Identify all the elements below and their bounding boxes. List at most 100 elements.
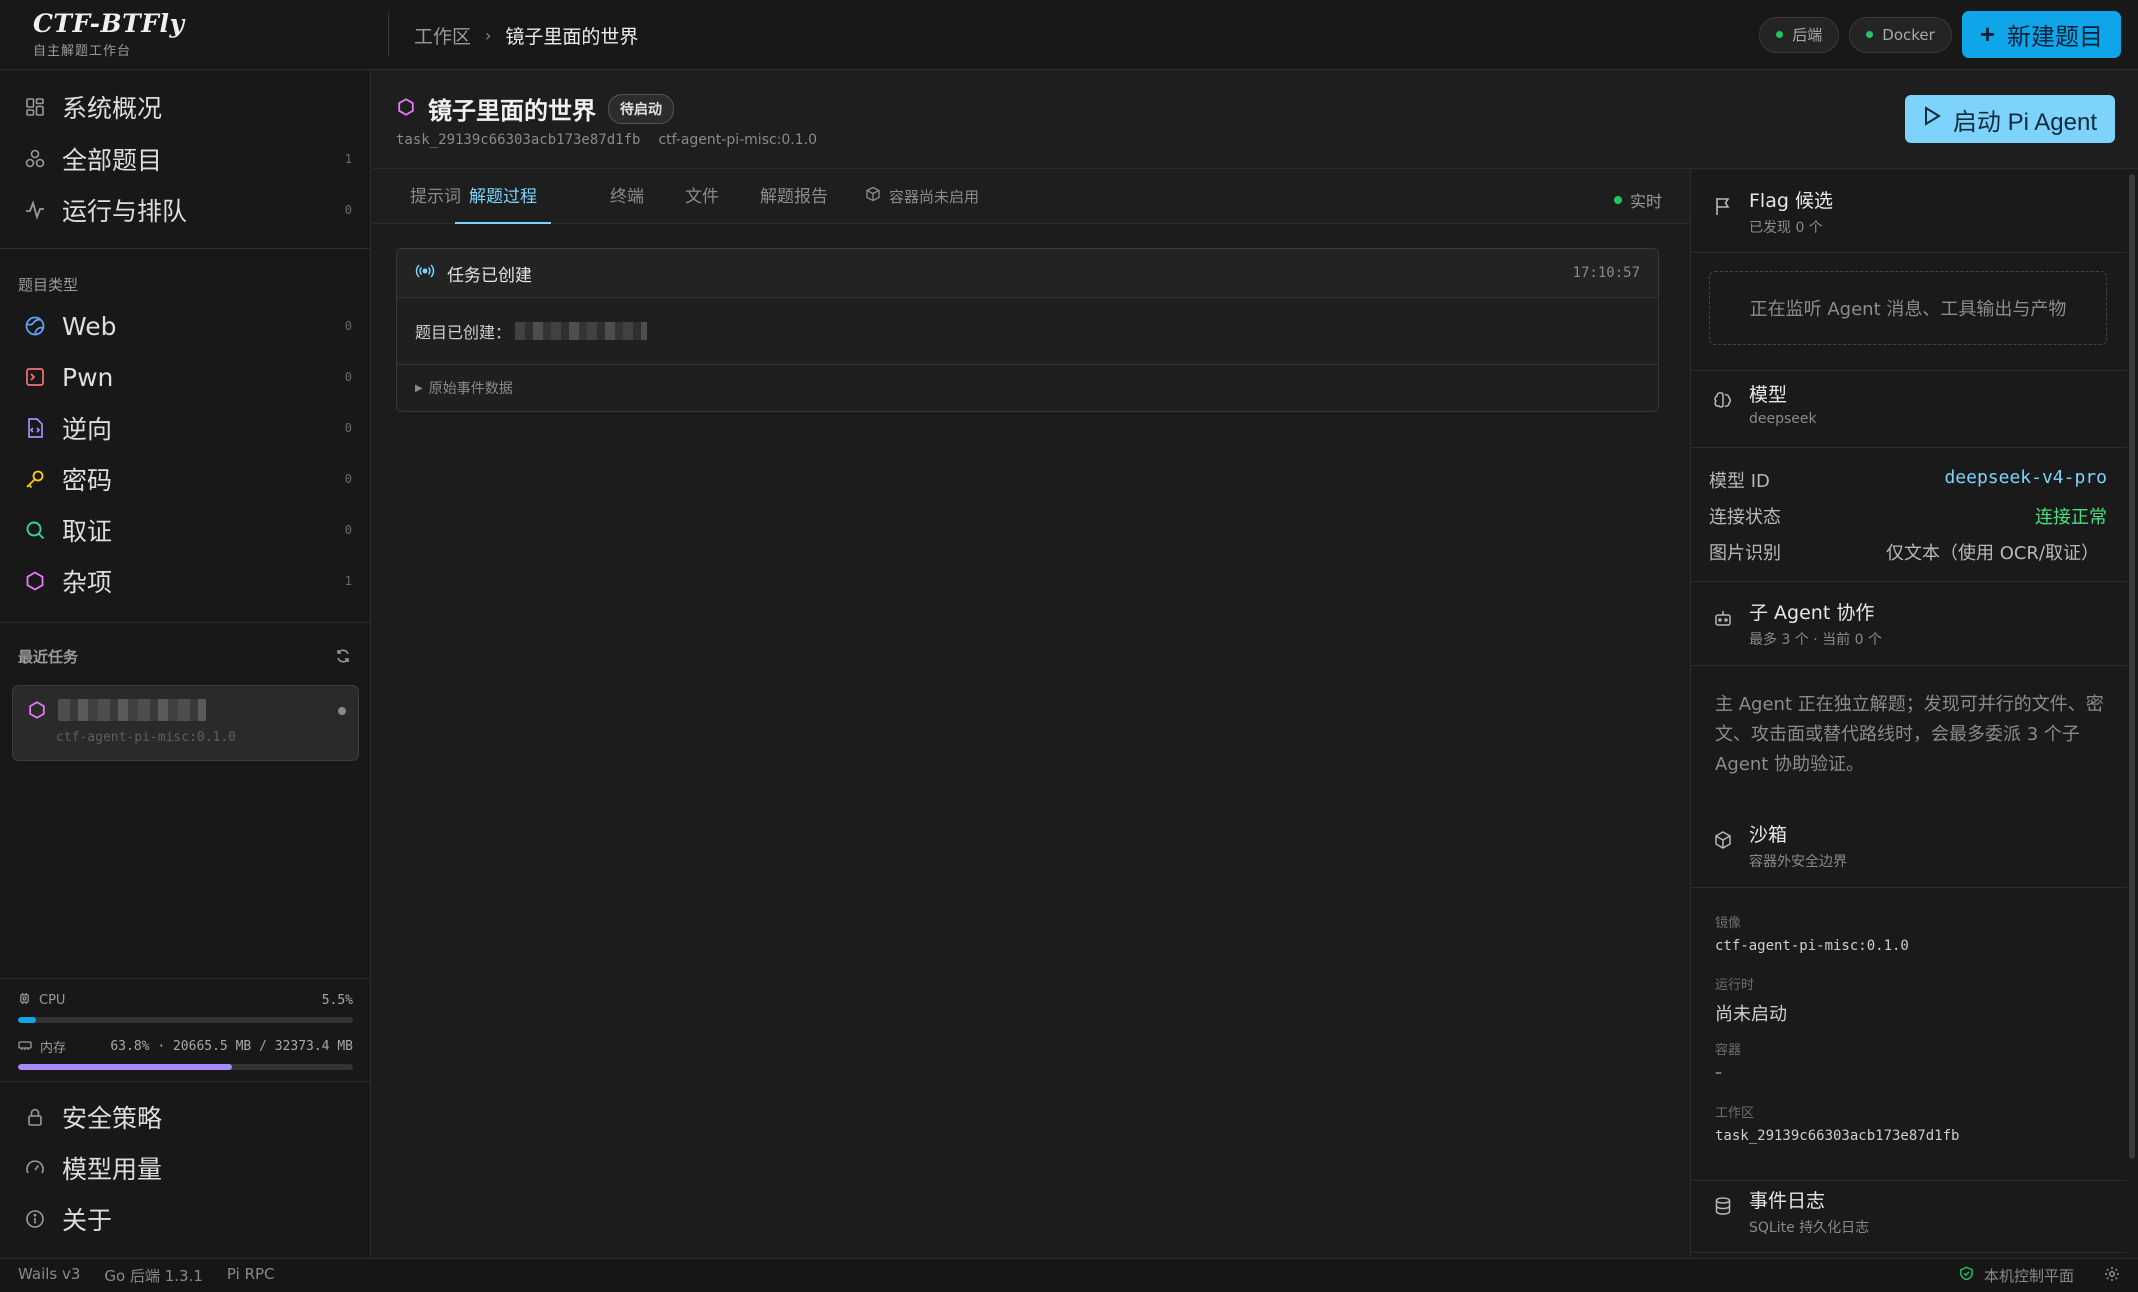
sidebar-item-label: 取证 bbox=[62, 517, 113, 546]
sidebar-item-forensics[interactable]: 取证 0 bbox=[14, 508, 360, 552]
shield-check-icon bbox=[1959, 1266, 1974, 1285]
sub-agent-header: 子 Agent 协作 最多 3 个 · 当前 0 个 bbox=[1713, 598, 1882, 649]
sidebar-item-runs[interactable]: 运行与排队 0 bbox=[14, 188, 360, 232]
sidebar-item-all-tasks[interactable]: 全部题目 1 bbox=[14, 137, 360, 181]
sidebar-item-reverse[interactable]: 逆向 0 bbox=[14, 406, 360, 450]
gauge-icon bbox=[22, 1155, 48, 1181]
memory-label: 内存 bbox=[40, 1041, 67, 1056]
workspace-value: task_29139c66303acb173e87d1fb bbox=[1715, 1128, 1960, 1144]
panel-divider bbox=[1691, 447, 2127, 448]
cube-icon bbox=[1713, 830, 1735, 852]
recent-task-card[interactable]: ctf-agent-pi-misc:0.1.0 bbox=[12, 685, 359, 761]
flag-candidates-header: Flag 候选 已发现 0 个 bbox=[1713, 186, 1833, 237]
breadcrumb-workspace[interactable]: 工作区 bbox=[414, 22, 471, 49]
task-title: 镜子里面的世界 bbox=[428, 97, 596, 125]
sidebar-item-pwn[interactable]: Pwn 0 bbox=[14, 355, 360, 399]
redacted-task-name bbox=[515, 322, 648, 340]
hexagon-icon bbox=[27, 700, 47, 724]
live-label: 实时 bbox=[1629, 192, 1662, 211]
settings-gear-icon[interactable] bbox=[2104, 1266, 2120, 1286]
event-card: 任务已创建 17:10:57 题目已创建： ▶ 原始事件数据 bbox=[396, 248, 1659, 412]
sidebar-item-label: 全部题目 bbox=[62, 146, 163, 175]
cpu-label: CPU bbox=[39, 993, 66, 1008]
backend-status[interactable]: 后端 bbox=[1759, 16, 1840, 53]
raw-event-toggle[interactable]: ▶ 原始事件数据 bbox=[397, 365, 1658, 411]
key-icon bbox=[22, 466, 48, 492]
cpu-value: 5.5% bbox=[321, 993, 353, 1008]
sidebar-item-misc[interactable]: 杂项 1 bbox=[14, 559, 360, 603]
start-agent-label: 启动 Pi Agent bbox=[1952, 108, 2097, 136]
panel-scrollbar[interactable] bbox=[2129, 174, 2135, 1159]
memory-value: 63.8% · 20665.5 MB / 32373.4 MB bbox=[110, 1039, 353, 1054]
brand[interactable]: CTF-BTFly 自主解题工作台 bbox=[33, 9, 185, 59]
sidebar-item-count: 0 bbox=[344, 370, 352, 384]
tab-prompt[interactable]: 提示词 bbox=[410, 170, 461, 224]
start-agent-button[interactable]: 启动 Pi Agent bbox=[1904, 95, 2115, 143]
tab-solve-process[interactable]: 解题过程 bbox=[455, 170, 551, 224]
memory-metric: 内存 63.8% · 20665.5 MB / 32373.4 MB bbox=[18, 1037, 353, 1070]
sidebar-item-label: 杂项 bbox=[62, 568, 113, 597]
panel-divider bbox=[1691, 887, 2127, 888]
sidebar-item-model-usage[interactable]: 模型用量 bbox=[14, 1146, 360, 1190]
sidebar-item-security[interactable]: 安全策略 bbox=[14, 1095, 360, 1139]
tab-container[interactable]: 容器尚未启用 bbox=[865, 170, 979, 224]
dashboard-icon bbox=[22, 94, 48, 120]
sidebar-item-web[interactable]: Web 0 bbox=[14, 304, 360, 348]
flag-subtitle: 已发现 0 个 bbox=[1749, 220, 1823, 236]
sandbox-workspace-field: 工作区 task_29139c66303acb173e87d1fb bbox=[1715, 1102, 1959, 1144]
new-task-button[interactable]: + 新建题目 bbox=[1961, 11, 2121, 58]
tab-files[interactable]: 文件 bbox=[685, 170, 719, 224]
sandbox-image-field: 镜像 ctf-agent-pi-misc:0.1.0 bbox=[1715, 912, 1909, 954]
categories-title: 题目类型 bbox=[18, 276, 79, 294]
flag-title: Flag 候选 bbox=[1749, 190, 1833, 212]
docker-status-label: Docker bbox=[1882, 25, 1935, 44]
panel-divider bbox=[1691, 252, 2127, 253]
sidebar-item-label: 系统概况 bbox=[62, 94, 163, 123]
raw-event-label: 原始事件数据 bbox=[428, 381, 513, 397]
panel-divider bbox=[1691, 370, 2127, 371]
image-recognition-value: 仅文本（使用 OCR/取证） bbox=[1885, 543, 2099, 564]
sidebar: 系统概况 全部题目 1 运行与排队 0 题目类型 Web 0 Pwn 0 逆向 bbox=[0, 71, 371, 1258]
memory-progress-bar bbox=[18, 1064, 353, 1070]
sidebar-item-label: Web bbox=[62, 311, 117, 341]
control-plane-label: 本机控制平面 bbox=[1983, 1267, 2074, 1285]
task-header: 镜子里面的世界 待启动 task_29139c66303acb173e87d1f… bbox=[372, 71, 2138, 169]
flag-icon bbox=[1713, 196, 1735, 218]
connection-value: 连接正常 bbox=[2035, 507, 2107, 528]
tab-bar: 提示词 解题过程 终端 文件 解题报告 容器尚未启用 实时 bbox=[372, 170, 1690, 224]
task-meta: task_29139c66303acb173e87d1fb ctf-agent-… bbox=[396, 132, 817, 148]
panel-divider bbox=[1691, 1252, 2127, 1253]
memory-icon bbox=[18, 1039, 32, 1055]
brand-subtitle: 自主解题工作台 bbox=[33, 44, 132, 59]
sidebar-item-count: 0 bbox=[344, 421, 352, 435]
image-label: 镜像 bbox=[1715, 916, 1742, 931]
sidebar-item-label: 运行与排队 bbox=[62, 197, 188, 226]
tab-container-label: 容器尚未启用 bbox=[889, 188, 980, 206]
event-log-header: 事件日志 SQLite 持久化日志 bbox=[1713, 1186, 1869, 1237]
runtime-label: 运行时 bbox=[1715, 978, 1755, 993]
task-id: task_29139c66303acb173e87d1fb bbox=[396, 132, 641, 148]
sub-agent-title: 子 Agent 协作 bbox=[1749, 602, 1875, 624]
tab-report[interactable]: 解题报告 bbox=[760, 170, 828, 224]
chevron-right-icon: › bbox=[485, 26, 492, 45]
workspace-label: 工作区 bbox=[1715, 1106, 1755, 1121]
refresh-icon[interactable] bbox=[335, 648, 351, 668]
sidebar-item-overview[interactable]: 系统概况 bbox=[14, 85, 360, 129]
new-task-label: 新建题目 bbox=[2007, 24, 2103, 51]
docker-status[interactable]: Docker bbox=[1849, 16, 1952, 53]
tab-terminal[interactable]: 终端 bbox=[610, 170, 644, 224]
sidebar-item-crypto[interactable]: 密码 0 bbox=[14, 457, 360, 501]
database-icon bbox=[1713, 1196, 1735, 1218]
hexagon-icon bbox=[22, 568, 48, 594]
sidebar-item-label: 逆向 bbox=[62, 415, 113, 444]
topbar-divider bbox=[388, 12, 389, 56]
sidebar-item-about[interactable]: 关于 bbox=[14, 1197, 360, 1241]
sidebar-item-count: 0 bbox=[344, 523, 352, 537]
sidebar-item-count: 0 bbox=[344, 472, 352, 486]
globe-icon bbox=[22, 313, 48, 339]
recent-tasks-title: 最近任务 bbox=[18, 648, 79, 666]
memory-progress-fill bbox=[18, 1064, 232, 1070]
model-title: 模型 bbox=[1749, 384, 1788, 406]
listening-placeholder: 正在监听 Agent 消息、工具输出与产物 bbox=[1709, 271, 2107, 345]
go-backend-version: Go 后端 1.3.1 bbox=[104, 1267, 203, 1285]
